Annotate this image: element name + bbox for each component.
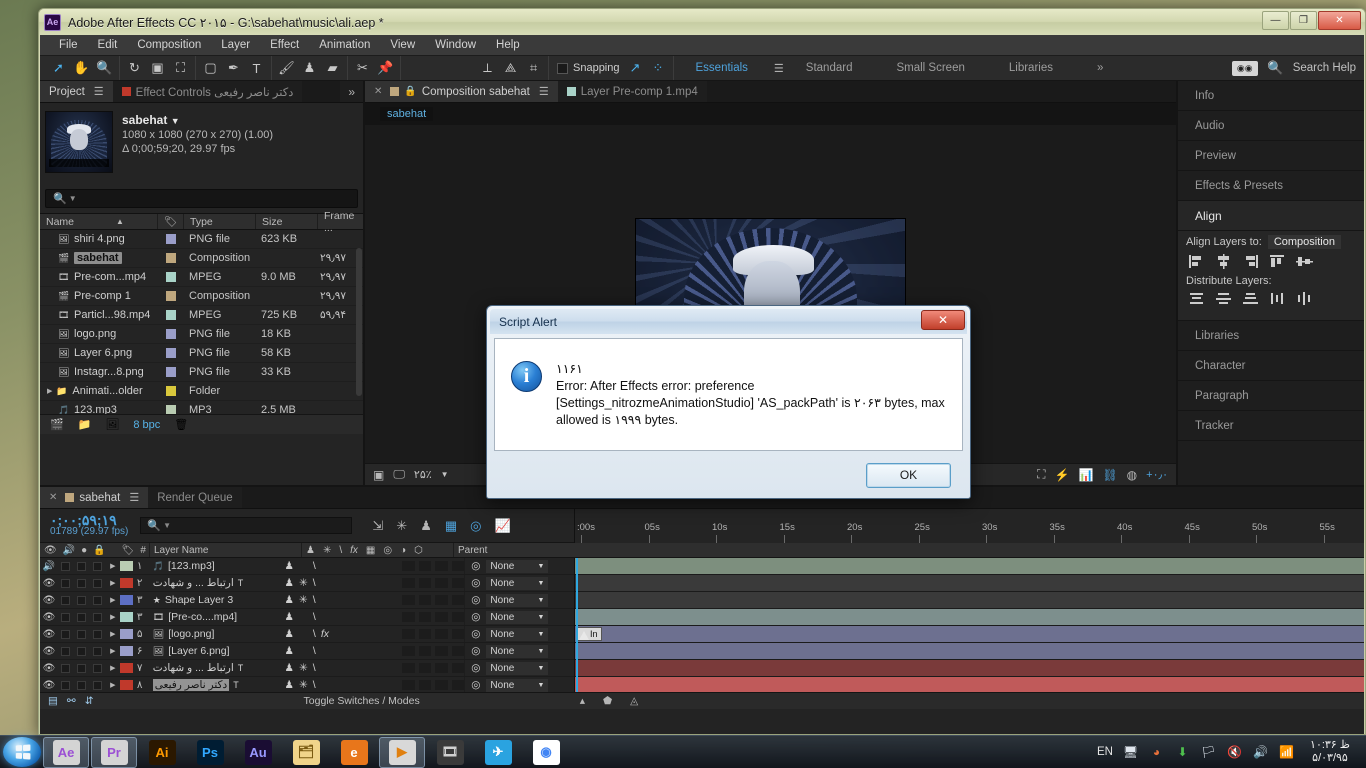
photoshop-icon: Ps [196, 739, 224, 765]
sound-error-icon[interactable]: 🔇 [1226, 744, 1243, 761]
taskbar-item-telegram[interactable]: ✈ [475, 737, 521, 768]
chrome-icon: ◉ [532, 739, 560, 765]
windows-taskbar: Ae Pr Ai Ps Au 🗂 e ▶ 🎞 ✈ ◉ EN 🖥 ◕ ⬇ 🏳 🔇 🔊 📶 ۱۰:۳۶ … [0, 735, 1366, 768]
browser-icon: e [340, 739, 368, 765]
telegram-icon: ✈ [484, 739, 512, 765]
dialog-titlebar[interactable]: Script Alert ✕ [490, 309, 967, 334]
clock-date: ۵/۰۳/۹۵ [1312, 752, 1348, 764]
dialog-footer: OK [494, 451, 963, 499]
info-icon: i [511, 361, 542, 392]
taskbar-clock[interactable]: ۱۰:۳۶ ظ ۵/۰۳/۹۵ [1304, 739, 1360, 765]
dialog-line-3: [Settings_nitrozmeAnimationStudio] 'AS_p… [556, 396, 945, 410]
taskbar-item-premiere-pro[interactable]: Pr [91, 736, 137, 768]
taskbar-item-media-player[interactable]: ▶ [379, 736, 425, 768]
windows-logo-icon [15, 744, 30, 760]
video-editor-icon: 🎞 [436, 739, 464, 765]
system-tray: EN 🖥 ◕ ⬇ 🏳 🔇 🔊 📶 ۱۰:۳۶ ظ ۵/۰۳/۹۵ [1097, 739, 1366, 765]
dialog-message: ۱۱۶۱ Error: After Effects error: prefere… [556, 361, 945, 450]
taskbar-item-photoshop[interactable]: Ps [187, 737, 233, 768]
illustrator-icon: Ai [148, 739, 176, 765]
ok-button[interactable]: OK [866, 462, 951, 488]
dialog-line-4: allowed is ۱۹۹۹ bytes. [556, 413, 679, 427]
taskbar-item-file-explorer[interactable]: 🗂 [283, 737, 329, 768]
dialog-line-2: Error: After Effects error: preference [556, 379, 755, 393]
dialog-line-1: ۱۱۶۱ [556, 362, 583, 376]
download-icon[interactable]: ⬇ [1174, 744, 1191, 761]
taskbar-items: Ae Pr Ai Ps Au 🗂 e ▶ 🎞 ✈ ◉ [41, 736, 569, 768]
modal-overlay: Script Alert ✕ i ۱۱۶۱ Error: After Effec… [0, 0, 1366, 768]
taskbar-item-browser[interactable]: e [331, 737, 377, 768]
dialog-title: Script Alert [499, 314, 558, 329]
media-player-icon: ▶ [388, 739, 416, 765]
audition-icon: Au [244, 739, 272, 765]
file-explorer-icon: 🗂 [292, 739, 320, 765]
signal-icon[interactable]: 📶 [1278, 744, 1295, 761]
language-indicator[interactable]: EN [1097, 746, 1113, 758]
monitor-icon[interactable]: 🖥 [1122, 744, 1139, 761]
premiere-pro-icon: Pr [100, 739, 128, 765]
taskbar-item-chrome[interactable]: ◉ [523, 737, 569, 768]
taskbar-item-audition[interactable]: Au [235, 737, 281, 768]
taskbar-item-illustrator[interactable]: Ai [139, 737, 185, 768]
start-button[interactable] [3, 737, 41, 767]
script-alert-dialog: Script Alert ✕ i ۱۱۶۱ Error: After Effec… [486, 305, 971, 499]
volume-icon[interactable]: 🔊 [1252, 744, 1269, 761]
dialog-body: i ۱۱۶۱ Error: After Effects error: prefe… [494, 338, 963, 451]
taskbar-item-after-effects[interactable]: Ae [43, 736, 89, 768]
clock-time: ۱۰:۳۶ ظ [1310, 739, 1350, 751]
taskbar-item-video-editor[interactable]: 🎞 [427, 737, 473, 768]
screen: Ae Adobe After Effects CC ۲۰۱۵ - G:\sabe… [0, 0, 1366, 768]
after-effects-icon: Ae [52, 739, 80, 765]
guard-icon[interactable]: ◕ [1148, 744, 1165, 761]
dialog-close-button[interactable]: ✕ [921, 310, 965, 330]
network-error-icon[interactable]: 🏳 [1200, 744, 1217, 761]
